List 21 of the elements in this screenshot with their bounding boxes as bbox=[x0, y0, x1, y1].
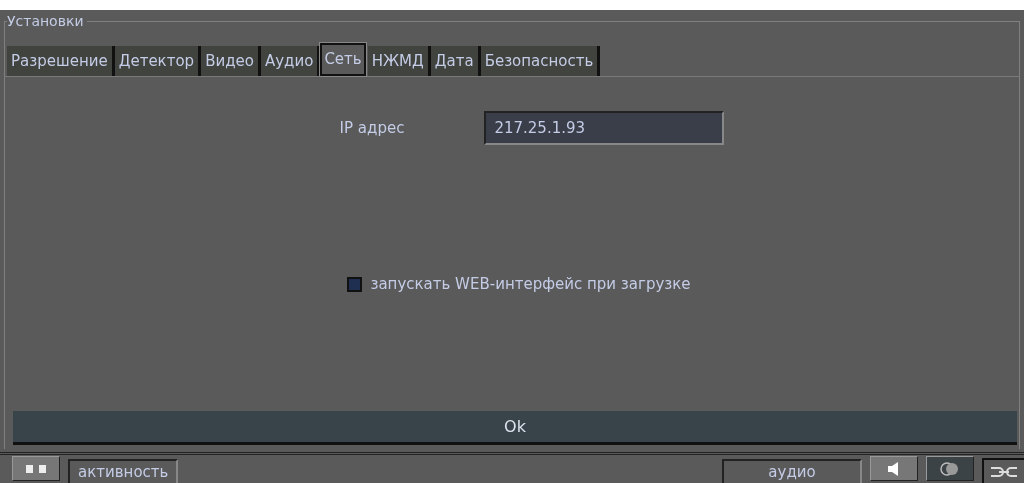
tab[interactable]: Дата bbox=[430, 46, 481, 76]
indicator-button[interactable] bbox=[12, 456, 60, 481]
tab[interactable]: Детектор bbox=[114, 46, 202, 76]
tab[interactable]: НЖМД bbox=[367, 46, 431, 76]
toggle-button[interactable] bbox=[926, 456, 974, 481]
squares-icon bbox=[24, 463, 48, 474]
ip-label: IP адрес bbox=[339, 119, 405, 137]
tab[interactable]: Разрешение bbox=[7, 46, 115, 76]
checkbox[interactable] bbox=[347, 276, 363, 292]
speaker-button[interactable] bbox=[870, 456, 918, 481]
checkbox-label: запускать WEB-интерфейс при загрузке bbox=[370, 275, 691, 293]
ip-field[interactable]: 217.25.1.93 bbox=[484, 111, 725, 145]
activity-indicator: активность bbox=[68, 459, 179, 483]
tab[interactable]: Безопасность bbox=[480, 46, 601, 76]
tab[interactable]: Аудио bbox=[260, 46, 321, 76]
audio-indicator: аудио bbox=[722, 459, 862, 483]
ok-button[interactable]: Ok bbox=[13, 411, 1017, 445]
tab[interactable]: Видео bbox=[201, 46, 261, 76]
tab[interactable]: Сеть bbox=[320, 43, 366, 76]
plug-icon bbox=[989, 465, 1019, 478]
circle-icon bbox=[939, 461, 961, 476]
